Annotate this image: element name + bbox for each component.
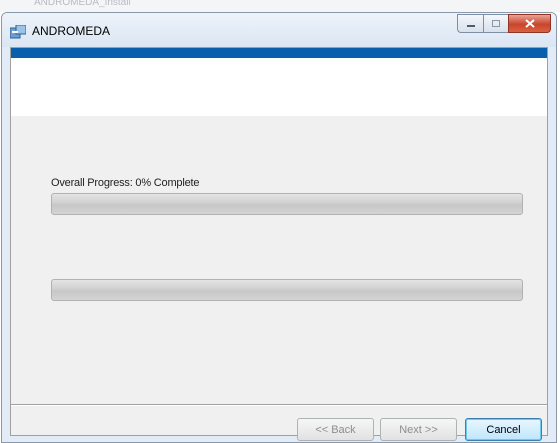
- maximize-button[interactable]: [483, 14, 508, 33]
- minimize-button[interactable]: [457, 14, 483, 33]
- secondary-progress-bar: [51, 279, 523, 301]
- overall-progress-label: Overall Progress: 0% Complete: [51, 177, 200, 189]
- next-button[interactable]: Next >>: [380, 418, 457, 441]
- background-window-strip: ANDROMEDA_Install: [0, 0, 560, 12]
- window-title: ANDROMEDA: [32, 24, 111, 38]
- installer-package-icon: [10, 25, 26, 39]
- title-bar[interactable]: ANDROMEDA: [2, 13, 556, 47]
- overall-progress-bar: [51, 193, 523, 215]
- background-window-title: ANDROMEDA_Install: [34, 0, 131, 8]
- cancel-button[interactable]: Cancel: [465, 418, 542, 441]
- minimize-icon: [466, 24, 475, 27]
- maximize-icon: [492, 20, 500, 27]
- installer-window: ANDROMEDA Overall Progress: 0% Complete: [1, 12, 557, 443]
- close-icon: [524, 19, 535, 28]
- header-accent-strip: [11, 48, 547, 58]
- back-button[interactable]: << Back: [297, 418, 374, 441]
- close-button[interactable]: [508, 14, 551, 33]
- wizard-content: Overall Progress: 0% Complete << Back Ne…: [10, 47, 548, 441]
- footer-divider: [11, 404, 547, 406]
- caption-buttons: [457, 14, 551, 33]
- wizard-header-banner: [11, 58, 547, 116]
